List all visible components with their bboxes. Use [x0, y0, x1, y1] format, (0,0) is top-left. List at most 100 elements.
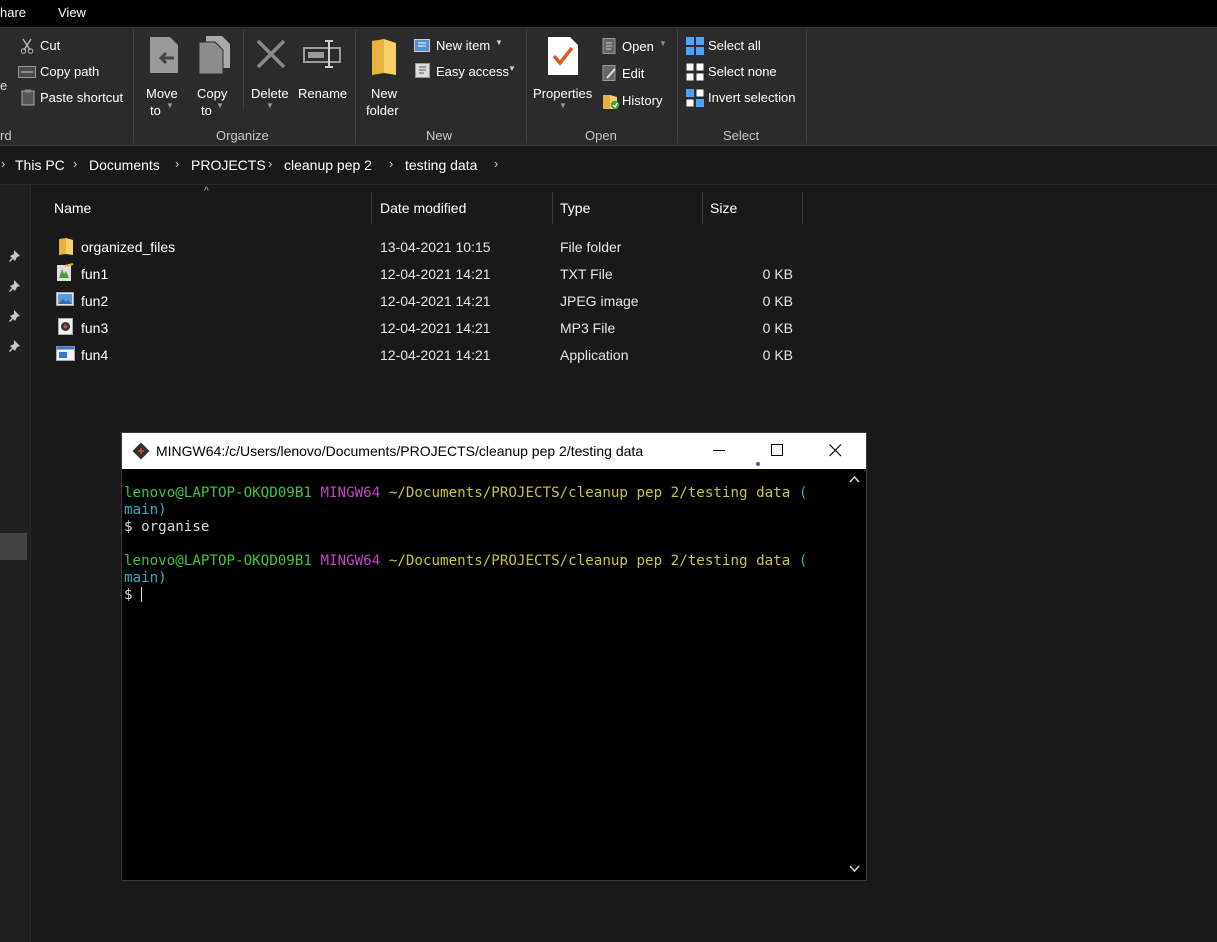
- chevron-down-icon: ▼: [495, 38, 503, 47]
- file-name: fun4: [81, 347, 109, 363]
- ribbon-separator: [133, 29, 134, 143]
- navigation-pane[interactable]: [0, 185, 31, 942]
- scroll-down-icon[interactable]: [849, 865, 860, 873]
- maximize-button[interactable]: [758, 439, 798, 463]
- breadcrumb-documents[interactable]: Documents: [89, 157, 160, 173]
- file-name: fun1: [81, 266, 109, 282]
- table-row[interactable]: fun3 12-04-2021 14:21 MP3 File 0 KB: [52, 315, 812, 341]
- pin-icon[interactable]: [9, 309, 25, 325]
- file-type: JPEG image: [560, 293, 639, 309]
- terminal-scrollbar[interactable]: [844, 470, 865, 879]
- sort-up-icon: ^: [204, 186, 209, 197]
- ribbon-separator: [677, 29, 678, 143]
- copy-to-label-1: Copy: [197, 86, 228, 101]
- table-row[interactable]: fun1 12-04-2021 14:21 TXT File 0 KB: [52, 261, 812, 287]
- pin-icon[interactable]: [9, 339, 25, 355]
- file-size: 0 KB: [762, 266, 793, 282]
- column-header-date[interactable]: Date modified: [380, 200, 466, 216]
- git-logo-icon: [132, 442, 150, 460]
- column-header-size[interactable]: Size: [710, 200, 737, 216]
- move-to-button[interactable]: Move to ▼: [142, 33, 184, 118]
- breadcrumb-cleanup-pep-2[interactable]: cleanup pep 2: [284, 157, 372, 173]
- terminal-title-bar[interactable]: MINGW64:/c/Users/lenovo/Documents/PROJEC…: [122, 433, 866, 469]
- table-row[interactable]: fun2 12-04-2021 14:21 JPEG image 0 KB: [52, 288, 812, 314]
- application-file-icon: [56, 346, 75, 361]
- properties-icon: [548, 37, 578, 75]
- copy-to-button[interactable]: Copy to ▼: [193, 33, 235, 118]
- chevron-down-icon: ▼: [266, 101, 274, 110]
- breadcrumb-projects[interactable]: PROJECTS: [191, 157, 266, 173]
- delete-label: Delete: [251, 86, 289, 101]
- file-size: 0 KB: [762, 320, 793, 336]
- minimize-button[interactable]: [700, 439, 740, 463]
- maximize-icon: [771, 444, 783, 456]
- nav-selected-item[interactable]: [0, 533, 27, 560]
- column-divider[interactable]: [371, 192, 372, 224]
- file-date: 12-04-2021 14:21: [380, 347, 491, 363]
- terminal-path: ~/Documents/PROJECTS/cleanup pep 2/testi…: [388, 553, 791, 569]
- open-button[interactable]: Open ▼: [601, 37, 673, 57]
- invert-selection-icon: [686, 89, 704, 107]
- folder-icon: [59, 238, 73, 255]
- select-all-icon: [686, 37, 704, 55]
- tab-share[interactable]: hare: [0, 5, 26, 20]
- easy-access-button[interactable]: Easy access ▼: [413, 62, 523, 82]
- open-label: Open: [622, 39, 654, 54]
- column-divider[interactable]: [802, 192, 803, 224]
- invert-selection-button[interactable]: Invert selection: [685, 88, 800, 108]
- invert-selection-label: Invert selection: [708, 90, 796, 105]
- file-name: fun3: [81, 320, 109, 336]
- move-to-label-1: Move: [146, 86, 178, 101]
- chevron-down-icon: ▼: [166, 101, 174, 110]
- edit-button[interactable]: Edit: [601, 64, 673, 84]
- pin-icon[interactable]: [9, 279, 25, 295]
- easy-access-icon: [415, 63, 430, 78]
- copy-path-button[interactable]: Copy path: [18, 63, 128, 83]
- breadcrumb-this-pc[interactable]: This PC: [15, 157, 65, 173]
- chevron-right-icon[interactable]: ›: [175, 156, 179, 171]
- new-folder-button[interactable]: New folder: [362, 33, 406, 118]
- close-icon: [829, 444, 842, 457]
- terminal-window[interactable]: MINGW64:/c/Users/lenovo/Documents/PROJEC…: [121, 432, 867, 881]
- history-button[interactable]: History: [601, 91, 673, 111]
- file-type: MP3 File: [560, 320, 616, 336]
- cut-button[interactable]: Cut: [18, 37, 128, 57]
- chevron-right-icon[interactable]: ›: [494, 156, 498, 171]
- clipboard-group-label: rd: [0, 128, 12, 143]
- breadcrumb-testing-data[interactable]: testing data: [405, 157, 477, 173]
- select-all-button[interactable]: Select all: [685, 36, 795, 56]
- close-button[interactable]: [816, 439, 856, 463]
- column-header-type[interactable]: Type: [560, 200, 590, 216]
- chevron-right-icon[interactable]: ›: [389, 156, 393, 171]
- copy-path-icon: [18, 66, 36, 78]
- properties-button[interactable]: Properties ▼: [530, 33, 596, 115]
- new-item-button[interactable]: New item ▼: [413, 36, 523, 56]
- select-none-icon: [686, 63, 704, 81]
- copy-path-label: Copy path: [40, 64, 100, 79]
- chevron-down-icon: ▼: [659, 39, 667, 48]
- move-to-label-2: to: [150, 103, 161, 118]
- terminal-user: lenovo@LAPTOP-OKQD09B1: [124, 485, 312, 501]
- scroll-up-icon[interactable]: [849, 475, 860, 483]
- paste-shortcut-label: Paste shortcut: [40, 90, 124, 105]
- terminal-output[interactable]: lenovo@LAPTOP-OKQD09B1 MINGW64 ~/Documen…: [124, 485, 842, 875]
- file-type: File folder: [560, 239, 622, 255]
- column-divider[interactable]: [552, 192, 553, 224]
- column-header-name[interactable]: Name: [54, 200, 91, 216]
- file-date: 12-04-2021 14:21: [380, 293, 491, 309]
- chevron-right-icon[interactable]: ›: [73, 156, 77, 171]
- text-file-icon: [57, 263, 74, 281]
- easy-access-label: Easy access: [436, 64, 509, 79]
- table-row[interactable]: fun4 12-04-2021 14:21 Application 0 KB: [52, 342, 812, 368]
- tab-view[interactable]: View: [58, 5, 86, 20]
- minimize-icon: [713, 450, 725, 451]
- rename-button[interactable]: Rename: [297, 33, 347, 101]
- chevron-right-icon[interactable]: ›: [268, 156, 272, 171]
- column-divider[interactable]: [702, 192, 703, 224]
- paste-shortcut-button[interactable]: Paste shortcut: [18, 89, 133, 109]
- pin-icon[interactable]: [9, 249, 25, 265]
- table-row[interactable]: organized_files 13-04-2021 10:15 File fo…: [52, 234, 812, 260]
- delete-button[interactable]: Delete ▼: [249, 33, 293, 115]
- terminal-shell: MINGW64: [320, 553, 381, 569]
- select-none-button[interactable]: Select none: [685, 62, 795, 82]
